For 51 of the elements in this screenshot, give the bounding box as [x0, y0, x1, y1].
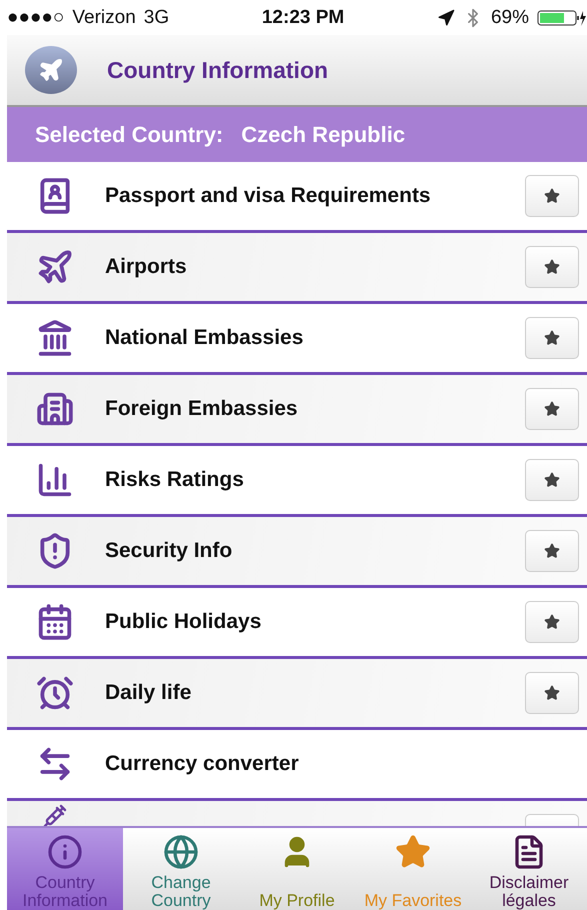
favorite-button[interactable]	[525, 601, 579, 643]
star-icon	[544, 188, 560, 204]
selected-country-label: Selected Country:	[35, 122, 224, 148]
menu-row[interactable]: Foreign Embassies	[7, 375, 587, 446]
row-label: Currency converter	[105, 752, 300, 776]
favorite-button[interactable]	[525, 672, 579, 714]
battery-percent: 69%	[490, 6, 529, 28]
favorite-button[interactable]	[525, 317, 579, 359]
star-icon	[544, 685, 560, 701]
building-icon	[36, 390, 74, 428]
favorite-button[interactable]	[525, 388, 579, 430]
favorite-button[interactable]	[525, 175, 579, 217]
signal-dots: ●●●●○	[7, 6, 64, 28]
star-icon	[395, 834, 431, 870]
tab[interactable]: Disclaimer légales	[471, 828, 587, 910]
star-icon	[544, 614, 560, 630]
menu-row[interactable]: Airports	[7, 233, 587, 304]
row-label: Airports	[105, 255, 188, 279]
favorite-button[interactable]	[525, 246, 579, 288]
bar-chart-icon	[36, 461, 74, 499]
syringe-icon	[43, 804, 67, 826]
row-label: Public Holidays	[105, 610, 262, 634]
clock: 12:23 PM	[262, 6, 344, 28]
favorite-button[interactable]	[525, 530, 579, 572]
star-icon	[544, 472, 560, 488]
star-icon	[544, 330, 560, 346]
info-icon	[47, 834, 83, 870]
screen-title: Country Information	[107, 56, 328, 84]
row-label: Daily life	[105, 681, 192, 705]
selected-country-name: Czech Republic	[241, 122, 406, 148]
network-type: 3G	[144, 6, 170, 28]
alarm-clock-icon	[36, 674, 74, 712]
star-icon	[544, 401, 560, 417]
star-icon	[544, 543, 560, 559]
favorite-button[interactable]	[525, 459, 579, 501]
row-label: Risks Ratings	[105, 468, 245, 492]
menu-row[interactable]: Daily life	[7, 659, 587, 730]
row-label: Passport and visa Requirements	[105, 184, 432, 208]
tab[interactable]: Change Country	[123, 828, 239, 910]
plane-icon	[38, 57, 64, 83]
row-label: Foreign Embassies	[105, 397, 299, 421]
embassy-icon	[36, 319, 74, 357]
airplane-icon	[36, 248, 74, 286]
star-icon	[544, 259, 560, 275]
battery-icon	[537, 8, 587, 26]
row-label: Security Info	[105, 539, 234, 563]
carrier: Verizon	[72, 6, 136, 28]
location-arrow-icon	[436, 8, 455, 26]
row-label: National Embassies	[105, 326, 304, 350]
calendar-icon	[36, 603, 74, 641]
menu-row[interactable]: Security Info	[7, 517, 587, 588]
